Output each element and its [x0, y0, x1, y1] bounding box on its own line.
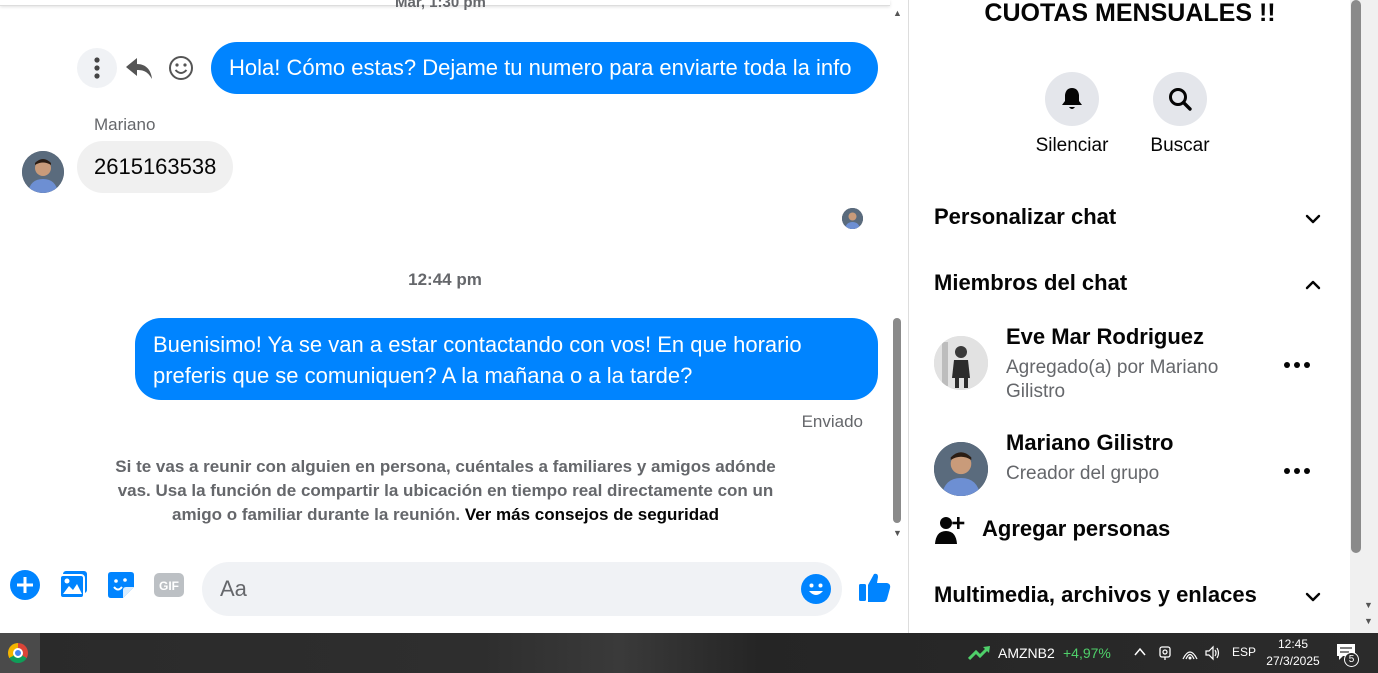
- chevron-up-icon: [1305, 280, 1321, 290]
- sticker-button[interactable]: [104, 568, 138, 602]
- emoji-button[interactable]: [800, 573, 832, 605]
- vertical-dots-icon: [94, 57, 100, 79]
- member-name: Eve Mar Rodriguez: [1006, 324, 1205, 349]
- messenger-app: Mar, 1:30 pm Hola! Cómo estas? Dejame tu…: [0, 0, 1378, 633]
- chat-scrollbar[interactable]: ▲ ▼: [890, 0, 906, 545]
- safety-notice: Si te vas a reunir con alguien en person…: [110, 455, 781, 527]
- smiley-icon: [169, 56, 193, 80]
- thumbs-up-icon: [859, 573, 891, 602]
- emoji-icon: [801, 574, 831, 604]
- bell-icon: [1062, 88, 1082, 109]
- reply-button[interactable]: [123, 52, 155, 84]
- horizontal-dots-icon: [1284, 362, 1310, 368]
- composer: GIF: [0, 560, 908, 620]
- like-button[interactable]: [856, 568, 894, 606]
- notification-center-button[interactable]: 5: [1336, 643, 1360, 667]
- group-title: CUOTAS MENSUALES !!: [984, 0, 1276, 27]
- trend-up-icon: [967, 646, 990, 661]
- mute-circle[interactable]: [1045, 72, 1099, 126]
- message-actions: [77, 47, 201, 89]
- seen-avatar: [842, 208, 863, 229]
- add-person-icon: [935, 517, 965, 544]
- incoming-message[interactable]: 2615163538: [77, 141, 233, 193]
- more-actions-button[interactable]: [8, 568, 42, 602]
- search-icon: [1169, 88, 1192, 111]
- plus-circle-icon: [10, 570, 40, 600]
- gif-icon: GIF: [154, 573, 184, 597]
- wifi-icon[interactable]: [1182, 645, 1198, 661]
- search-button[interactable]: Buscar: [1125, 72, 1235, 157]
- attach-photo-button[interactable]: [57, 568, 91, 602]
- member-subtitle: Creador del grupo: [1006, 463, 1160, 484]
- timestamp-top: Mar, 1:30 pm: [395, 0, 486, 11]
- taskbar: AMZNB2 +4,97% ESP 12:45 27/3/2025 5: [0, 633, 1378, 673]
- language-indicator[interactable]: ESP: [1232, 645, 1256, 659]
- scroll-down-arrow-icon[interactable]: ▼: [1364, 616, 1373, 626]
- member-name: Mariano Gilistro: [1006, 430, 1174, 455]
- clock-date: 27/3/2025: [1266, 654, 1320, 668]
- chat-pane: Mar, 1:30 pm Hola! Cómo estas? Dejame tu…: [0, 0, 908, 633]
- clock[interactable]: 12:45 27/3/2025: [1262, 636, 1324, 670]
- person-photo-icon: [934, 442, 988, 496]
- notification-count-badge: 5: [1344, 652, 1359, 667]
- photo-icon: [59, 571, 87, 599]
- avatar[interactable]: [934, 336, 988, 390]
- scrollbar-thumb[interactable]: [1351, 0, 1361, 553]
- person-photo-icon: [842, 208, 863, 229]
- add-people-button[interactable]: Agregar personas: [934, 510, 1334, 550]
- horizontal-dots-icon: [1284, 468, 1310, 474]
- scroll-up-arrow-icon[interactable]: ▲: [893, 8, 902, 18]
- timestamp-middle: 12:44 pm: [408, 270, 482, 289]
- safety-tips-link[interactable]: Ver más consejos de seguridad: [465, 505, 719, 524]
- outgoing-message[interactable]: Buenisimo! Ya se van a estar contactando…: [135, 318, 878, 400]
- clock-time: 12:45: [1277, 637, 1309, 651]
- chrome-taskbar-button[interactable]: [0, 633, 40, 673]
- section-title: Personalizar chat: [934, 204, 1117, 229]
- scroll-down-arrow-icon[interactable]: ▼: [893, 528, 902, 538]
- conversation-info-pane: CUOTAS MENSUALES !! Silenciar Buscar Per…: [908, 0, 1350, 633]
- message-input-wrapper: [202, 562, 842, 616]
- person-photo-icon: [22, 151, 64, 193]
- media-files-links-section[interactable]: Multimedia, archivos y enlaces: [934, 576, 1334, 616]
- member-options-button[interactable]: [1280, 348, 1314, 382]
- reply-icon: [126, 58, 152, 79]
- search-label: Buscar: [1150, 135, 1210, 156]
- member-row[interactable]: Eve Mar Rodriguez Agregado(a) por Marian…: [934, 322, 1334, 402]
- ticker-change: +4,97%: [1063, 645, 1111, 661]
- mute-button[interactable]: Silenciar: [1017, 72, 1127, 157]
- add-people-label: Agregar personas: [982, 516, 1171, 541]
- chevron-down-icon: [1305, 592, 1321, 602]
- member-options-button[interactable]: [1280, 454, 1314, 488]
- react-button[interactable]: [165, 52, 197, 84]
- person-photo-icon: [934, 336, 988, 390]
- page-scrollbar[interactable]: ▼ ▼: [1350, 0, 1378, 633]
- search-circle[interactable]: [1153, 72, 1207, 126]
- scrollbar-thumb[interactable]: [893, 318, 901, 523]
- customize-chat-section[interactable]: Personalizar chat: [934, 198, 1334, 238]
- outgoing-message[interactable]: Hola! Cómo estas? Dejame tu numero para …: [211, 42, 878, 94]
- chevron-down-icon: [1305, 214, 1321, 224]
- section-title: Miembros del chat: [934, 270, 1128, 295]
- meet-now-icon[interactable]: [1157, 645, 1173, 661]
- sender-name: Mariano: [94, 115, 156, 134]
- member-subtitle: Agregado(a) por Mariano Gilistro: [1006, 357, 1219, 402]
- chevron-up-icon[interactable]: [1133, 645, 1147, 659]
- gif-label: GIF: [159, 579, 179, 593]
- message-input[interactable]: [220, 562, 780, 616]
- gif-button[interactable]: GIF: [152, 568, 186, 602]
- avatar[interactable]: [934, 442, 988, 496]
- chrome-icon: [8, 643, 28, 663]
- more-options-button[interactable]: [77, 48, 117, 88]
- chat-members-section[interactable]: Miembros del chat: [934, 264, 1334, 304]
- volume-icon[interactable]: [1204, 645, 1220, 661]
- sent-status: Enviado: [801, 412, 863, 431]
- ticker-symbol: AMZNB2: [998, 645, 1055, 661]
- section-title: Multimedia, archivos y enlaces: [934, 582, 1257, 607]
- member-row[interactable]: Mariano Gilistro Creador del grupo: [934, 428, 1334, 508]
- mute-label: Silenciar: [1035, 135, 1109, 156]
- avatar[interactable]: [22, 151, 64, 193]
- scroll-down-arrow-icon[interactable]: ▼: [1364, 600, 1373, 610]
- sticker-icon: [108, 572, 134, 598]
- stock-ticker-widget[interactable]: AMZNB2 +4,97%: [967, 644, 1111, 662]
